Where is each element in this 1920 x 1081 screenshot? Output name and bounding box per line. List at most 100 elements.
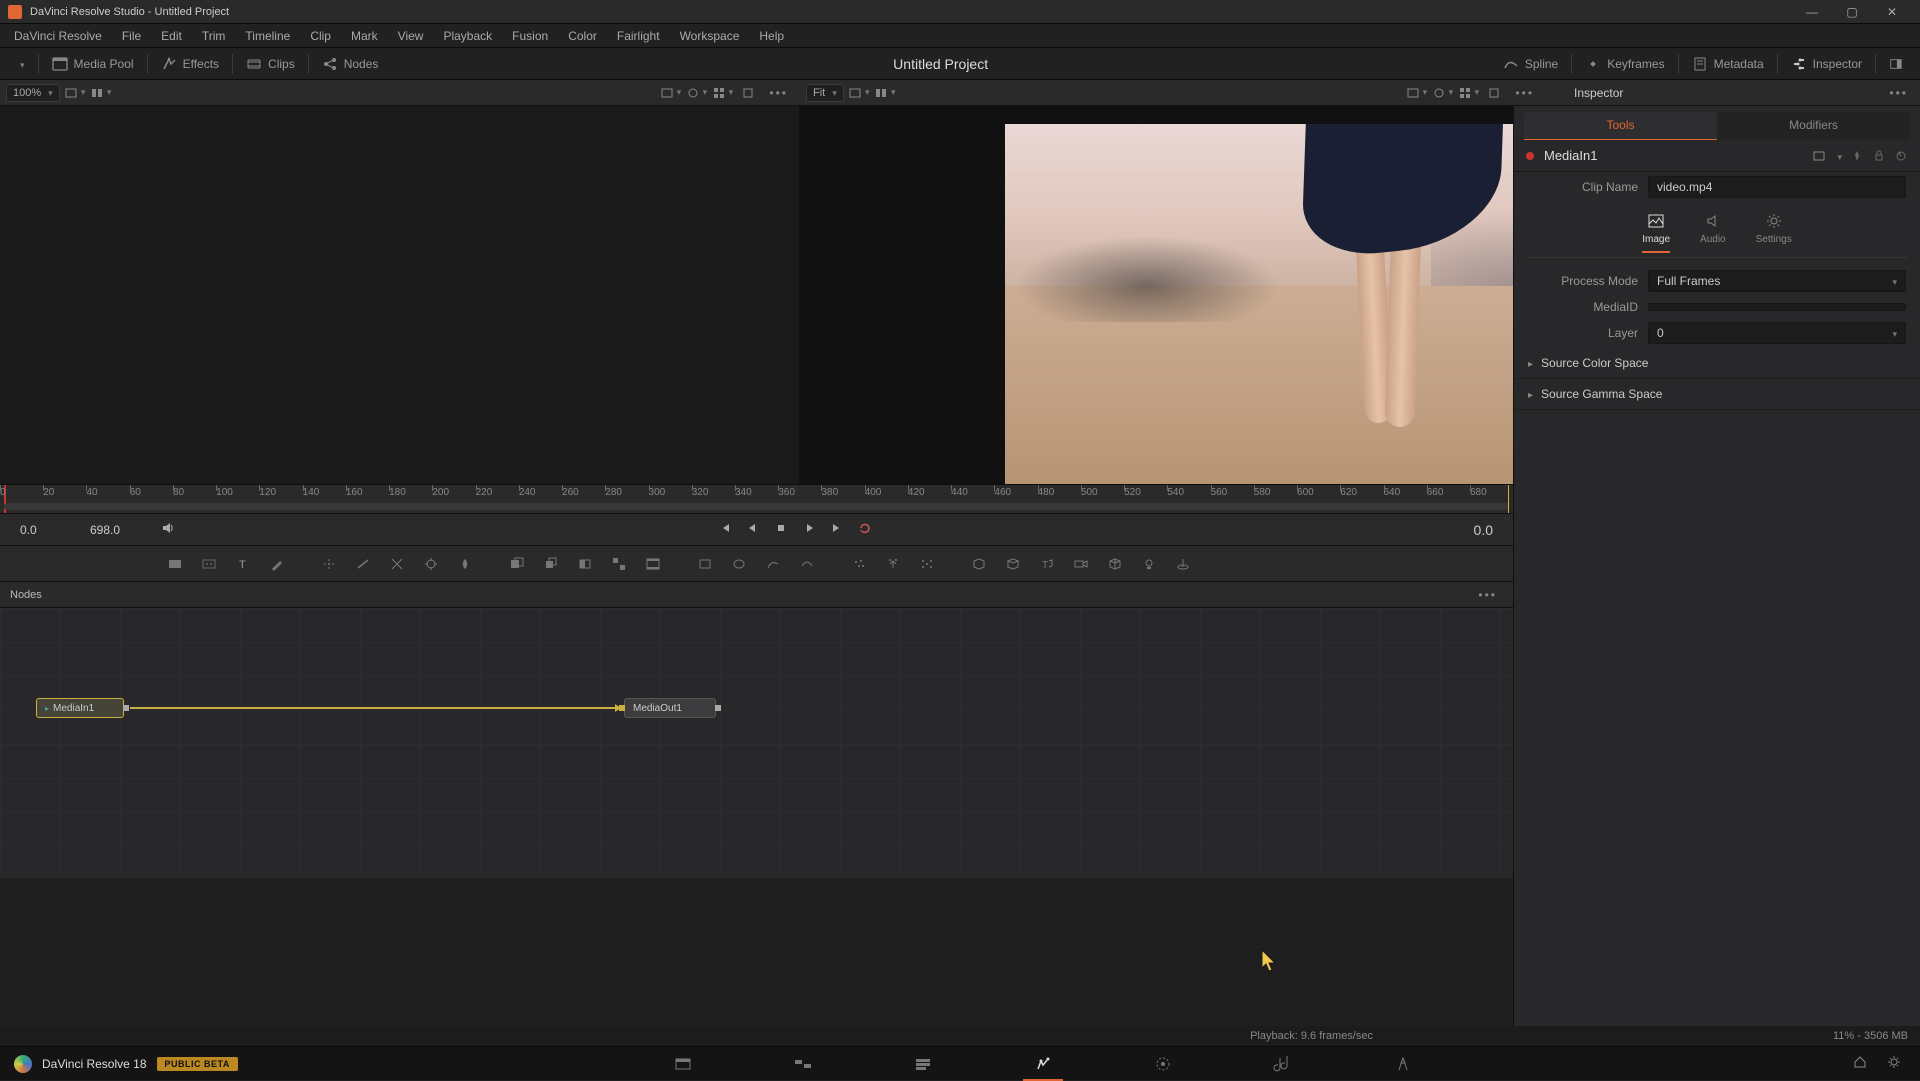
render-end-marker[interactable] [1508, 485, 1509, 513]
play-button[interactable] [802, 521, 816, 538]
node-mediaout1[interactable]: MediaOut1 [624, 698, 716, 718]
color-page-button[interactable] [1133, 1047, 1193, 1081]
nodes-more-button[interactable]: ••• [1472, 588, 1503, 602]
range-start[interactable]: 0.0 [20, 523, 74, 537]
left-more-button[interactable]: ••• [763, 86, 794, 100]
resize-tool[interactable] [604, 551, 634, 577]
step-back-button[interactable] [746, 521, 760, 538]
node-connection[interactable] [130, 707, 620, 709]
left-zoom-dropdown[interactable]: 100% [6, 84, 60, 102]
right-quad-button[interactable] [1457, 83, 1479, 103]
fairlight-page-button[interactable] [1253, 1047, 1313, 1081]
pEmitter-tool[interactable] [878, 551, 908, 577]
inspector-tab-image[interactable]: Image [1642, 212, 1670, 253]
camera3d-tool[interactable] [1066, 551, 1096, 577]
background-tool[interactable] [160, 551, 190, 577]
merge-tool[interactable] [502, 551, 532, 577]
library-dropdown[interactable] [6, 51, 36, 77]
nodes-canvas[interactable]: ▸ MediaIn1 MediaOut1 [0, 608, 1513, 878]
right-single-button[interactable] [1483, 83, 1505, 103]
inspector-tab-tools[interactable]: Tools [1524, 112, 1717, 140]
menu-file[interactable]: File [112, 24, 151, 48]
paint-tool[interactable] [262, 551, 292, 577]
menu-view[interactable]: View [388, 24, 434, 48]
source-color-space-accordion[interactable]: Source Color Space [1514, 348, 1920, 379]
ellipse-mask-tool[interactable] [724, 551, 754, 577]
matte-tool[interactable] [570, 551, 600, 577]
keyframes-button[interactable]: Keyframes [1574, 51, 1675, 77]
media-id-field[interactable] [1648, 303, 1906, 311]
menu-trim[interactable]: Trim [192, 24, 236, 48]
tool-pin-icon[interactable] [1850, 149, 1864, 163]
clip-name-field[interactable]: video.mp4 [1648, 176, 1906, 198]
menu-mark[interactable]: Mark [341, 24, 388, 48]
edit-page-button[interactable] [893, 1047, 953, 1081]
menu-fusion[interactable]: Fusion [502, 24, 558, 48]
colorcorrector-tool[interactable] [382, 551, 412, 577]
first-frame-button[interactable] [718, 521, 732, 538]
fusion-page-button[interactable] [1013, 1047, 1073, 1081]
current-frame[interactable]: 0.0 [1413, 522, 1493, 538]
home-button[interactable] [1852, 1054, 1868, 1073]
tool-version-dropdown[interactable] [1834, 149, 1842, 163]
tool-enable-dot[interactable] [1526, 152, 1534, 160]
left-view2-button[interactable] [90, 83, 112, 103]
spline-button[interactable]: Spline [1492, 51, 1569, 77]
text-tool[interactable]: T [228, 551, 258, 577]
minimize-button[interactable]: — [1792, 0, 1832, 24]
shape3d-tool[interactable] [964, 551, 994, 577]
inspector-button[interactable]: Inspector [1780, 51, 1873, 77]
right-view1-button[interactable] [848, 83, 870, 103]
process-mode-dropdown[interactable]: Full Frames [1648, 270, 1906, 292]
last-frame-button[interactable] [830, 521, 844, 538]
right-more-button[interactable]: ••• [1509, 86, 1540, 100]
light3d-tool[interactable] [1134, 551, 1164, 577]
stop-button[interactable] [774, 521, 788, 538]
nodes-button[interactable]: Nodes [311, 51, 390, 77]
menu-timeline[interactable]: Timeline [235, 24, 300, 48]
inspector-tab-modifiers[interactable]: Modifiers [1717, 112, 1910, 140]
node-mediaout1-input[interactable] [619, 705, 625, 711]
node-mediaout1-output[interactable] [715, 705, 721, 711]
letterbox-tool[interactable] [638, 551, 668, 577]
brightness-tool[interactable] [348, 551, 378, 577]
tool-reset-icon[interactable] [1894, 149, 1908, 163]
bspline-mask-tool[interactable] [792, 551, 822, 577]
close-button[interactable]: ✕ [1872, 0, 1912, 24]
left-grid-button[interactable] [659, 83, 681, 103]
tool-view-icon[interactable] [1812, 149, 1826, 163]
menu-playback[interactable]: Playback [433, 24, 502, 48]
menu-davinciresolve[interactable]: DaVinci Resolve [4, 24, 112, 48]
left-view1-button[interactable] [64, 83, 86, 103]
hue-tool[interactable] [416, 551, 446, 577]
ruler-scrubber[interactable] [4, 503, 1509, 510]
inspector-more-button[interactable]: ••• [1883, 86, 1914, 100]
inspector-tab-audio[interactable]: Audio [1700, 212, 1726, 253]
merge3d-tool[interactable] [1100, 551, 1130, 577]
menu-color[interactable]: Color [558, 24, 607, 48]
rectangle-mask-tool[interactable] [690, 551, 720, 577]
left-single-button[interactable] [737, 83, 759, 103]
renderer3d-tool[interactable] [1168, 551, 1198, 577]
range-end[interactable]: 698.0 [90, 523, 144, 537]
loop-button[interactable] [858, 521, 872, 538]
node-mediain1[interactable]: ▸ MediaIn1 [36, 698, 124, 718]
menu-help[interactable]: Help [749, 24, 794, 48]
right-zoom-dropdown[interactable]: Fit [806, 84, 844, 102]
menu-clip[interactable]: Clip [300, 24, 341, 48]
tool-lock-icon[interactable] [1872, 149, 1886, 163]
media-pool-button[interactable]: Media Pool [41, 51, 145, 77]
layer-dropdown[interactable]: 0 [1648, 322, 1906, 344]
time-ruler[interactable]: 0204060801001201401601802002202402602803… [0, 484, 1513, 514]
polygon-mask-tool[interactable] [758, 551, 788, 577]
audio-toggle[interactable] [160, 520, 176, 539]
image3d-tool[interactable] [998, 551, 1028, 577]
right-channel-button[interactable] [1431, 83, 1453, 103]
deliver-page-button[interactable] [1373, 1047, 1433, 1081]
node-mediain1-output[interactable] [123, 705, 129, 711]
project-settings-button[interactable] [1886, 1054, 1902, 1073]
left-channel-button[interactable] [685, 83, 707, 103]
media-page-button[interactable] [653, 1047, 713, 1081]
right-view2-button[interactable] [874, 83, 896, 103]
text3d-tool[interactable]: T [1032, 551, 1062, 577]
